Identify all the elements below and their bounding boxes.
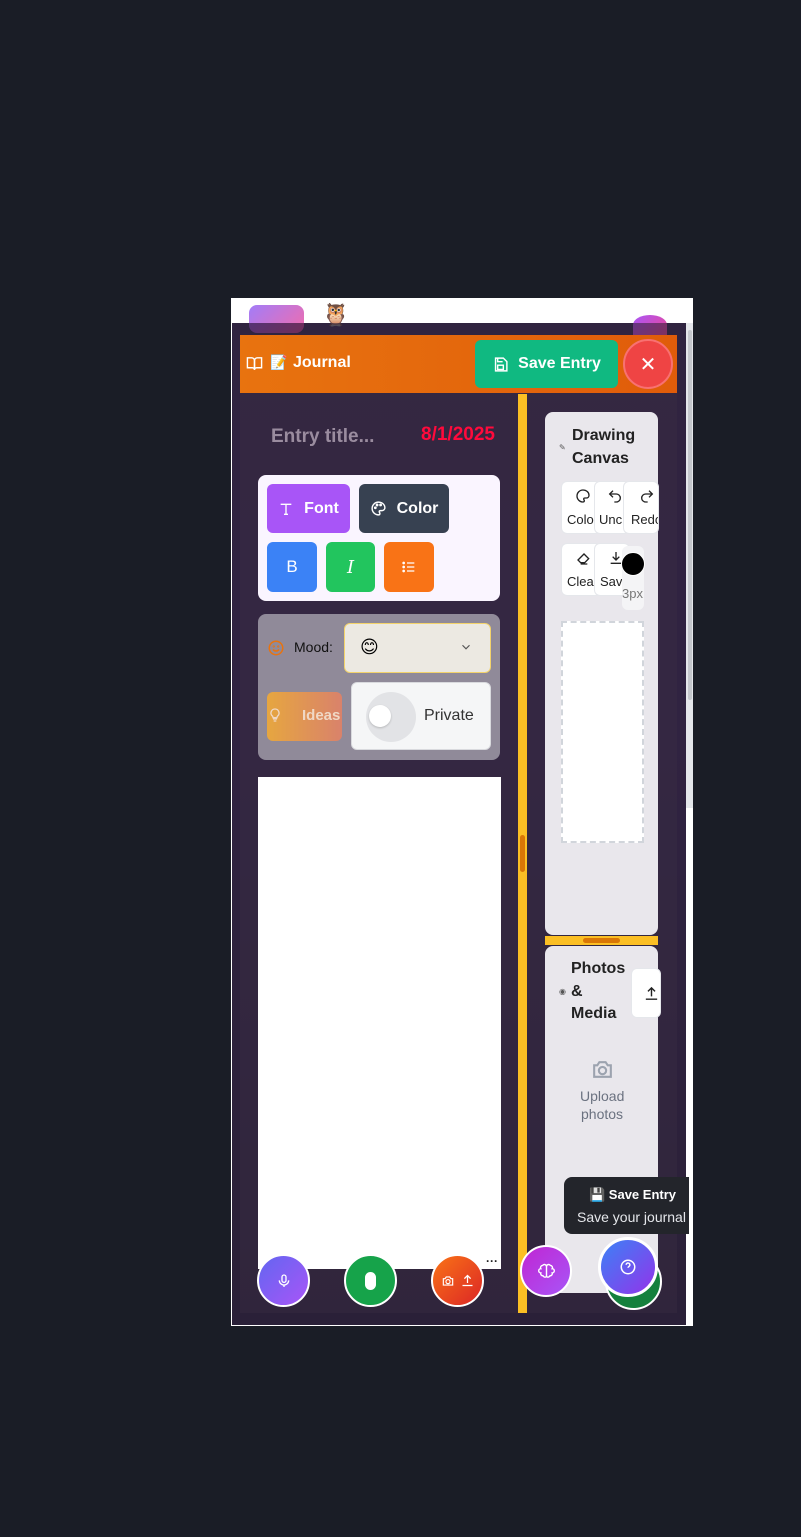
drawing-canvas[interactable] xyxy=(561,621,644,843)
tooltip-title: 💾 Save Entry xyxy=(589,1187,677,1202)
brush-size-label: 3px xyxy=(622,586,643,601)
close-icon: ✕ xyxy=(639,353,657,376)
ideas-label: Ideas xyxy=(302,707,341,724)
color-button[interactable]: Color xyxy=(359,484,449,533)
save-entry-tooltip: 💾 Save Entry Save your journal xyxy=(564,1177,689,1234)
redo-icon xyxy=(639,488,655,504)
list-button[interactable] xyxy=(384,542,434,592)
save-entry-button[interactable]: Save Entry xyxy=(475,340,618,388)
pencil-icon: ✎ xyxy=(559,443,566,452)
record-pill-icon xyxy=(365,1271,376,1290)
palette-icon xyxy=(370,500,387,517)
book-icon xyxy=(246,355,263,372)
upload-icon xyxy=(460,1273,475,1288)
bold-icon: B xyxy=(286,557,298,576)
font-button[interactable]: Font xyxy=(267,484,350,533)
upload-hint-line2: photos xyxy=(581,1106,624,1122)
eye-icon: ◉ xyxy=(559,987,566,996)
mood-select[interactable]: 😊 xyxy=(344,623,491,673)
microphone-icon xyxy=(276,1273,292,1289)
upload-button[interactable] xyxy=(631,968,661,1018)
upload-icon xyxy=(643,985,660,1002)
close-button[interactable]: ✕ xyxy=(623,339,673,389)
drawing-tool-label: Colo xyxy=(567,512,594,527)
drawing-title-line1: Drawing xyxy=(572,427,636,444)
camera-icon xyxy=(441,1274,455,1288)
lightbulb-icon xyxy=(267,707,283,723)
drawing-title-line2: Canvas xyxy=(572,450,629,467)
help-icon xyxy=(619,1258,637,1276)
splitter-handle[interactable] xyxy=(583,938,620,943)
ideas-button[interactable]: Ideas xyxy=(267,692,342,741)
mood-value: 😊 xyxy=(360,637,379,657)
bold-button[interactable]: B xyxy=(267,542,317,592)
drawing-tool-label: Unc xyxy=(599,512,623,527)
mood-label: Mood: xyxy=(294,639,333,655)
toggle-knob xyxy=(369,705,391,727)
memo-emoji: 📝 xyxy=(270,354,288,370)
photo-upload-fab[interactable] xyxy=(431,1254,484,1307)
undo-icon xyxy=(607,488,623,504)
camera-icon xyxy=(590,1057,615,1082)
drawing-tool-label: Clea xyxy=(567,574,594,589)
type-icon xyxy=(278,501,294,517)
photos-title-line2: & xyxy=(571,983,583,1000)
photos-title-line3: Media xyxy=(571,1005,617,1022)
entry-editor[interactable] xyxy=(258,777,501,1269)
ai-brain-fab[interactable] xyxy=(520,1245,572,1297)
photos-title-line1: Photos xyxy=(571,960,626,977)
drawing-redo-button[interactable]: Redo xyxy=(623,481,659,534)
italic-button[interactable]: I xyxy=(326,542,375,592)
record-fab[interactable] xyxy=(344,1254,397,1307)
entry-date: 8/1/2025 xyxy=(421,424,495,445)
list-icon xyxy=(401,559,417,575)
private-label: Private xyxy=(424,707,474,724)
private-toggle[interactable]: Private xyxy=(351,682,491,750)
voice-fab[interactable] xyxy=(257,1254,310,1307)
drawing-tool-label: Sav xyxy=(600,574,623,589)
brush-color-swatch[interactable] xyxy=(621,552,645,576)
upload-hint-line1: Upload xyxy=(580,1088,625,1104)
palette-icon xyxy=(575,488,591,504)
brain-icon xyxy=(537,1263,555,1280)
scrollbar-thumb[interactable] xyxy=(688,330,692,700)
help-fab[interactable] xyxy=(598,1237,658,1297)
eraser-icon xyxy=(576,550,592,566)
brush-size-control[interactable]: 3px xyxy=(621,546,645,610)
italic-icon: I xyxy=(346,556,355,578)
modal-title: Journal xyxy=(293,354,351,371)
more-dots[interactable]: ··· xyxy=(486,1254,498,1268)
save-icon xyxy=(492,356,509,373)
color-label: Color xyxy=(396,499,439,517)
save-entry-label: Save Entry xyxy=(518,355,601,372)
drawing-tool-label: Redo xyxy=(631,512,659,527)
divider-handle[interactable] xyxy=(520,835,525,872)
font-label: Font xyxy=(304,499,339,517)
tooltip-subtitle: Save your journal xyxy=(577,1209,686,1225)
chevron-down-icon xyxy=(459,640,473,654)
smile-icon xyxy=(267,639,285,657)
